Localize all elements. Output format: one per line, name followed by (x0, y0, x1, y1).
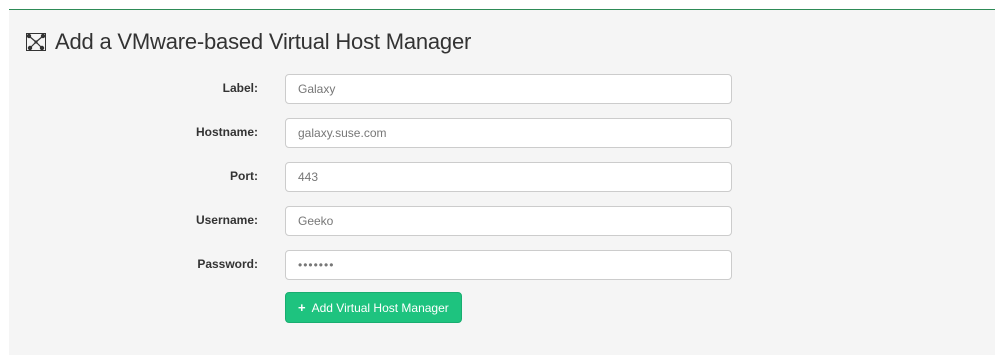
page-title: Add a VMware-based Virtual Host Manager (55, 29, 472, 54)
network-nodes-icon (26, 33, 46, 51)
hostname-field-label: Hostname: (195, 125, 258, 139)
add-virtual-host-manager-button[interactable]: + Add Virtual Host Manager (285, 292, 462, 323)
form-row-username: Username: (0, 206, 995, 236)
port-input[interactable] (285, 162, 732, 192)
form-row-port: Port: (0, 162, 995, 192)
form-row-password: Password: (0, 250, 995, 280)
hostname-input[interactable] (285, 118, 732, 148)
password-input[interactable] (285, 250, 732, 280)
plus-icon: + (298, 300, 306, 315)
label-input[interactable] (285, 74, 732, 104)
form-row-hostname: Hostname: (0, 118, 995, 148)
username-field-label: Username: (195, 213, 258, 227)
label-field-label: Label: (222, 81, 258, 95)
form-row-label: Label: (0, 74, 995, 104)
port-field-label: Port: (230, 169, 258, 183)
page-header: Add a VMware-based Virtual Host Manager (25, 29, 471, 55)
submit-button-label: Add Virtual Host Manager (311, 300, 449, 315)
username-input[interactable] (285, 206, 732, 236)
password-field-label: Password: (197, 257, 258, 271)
